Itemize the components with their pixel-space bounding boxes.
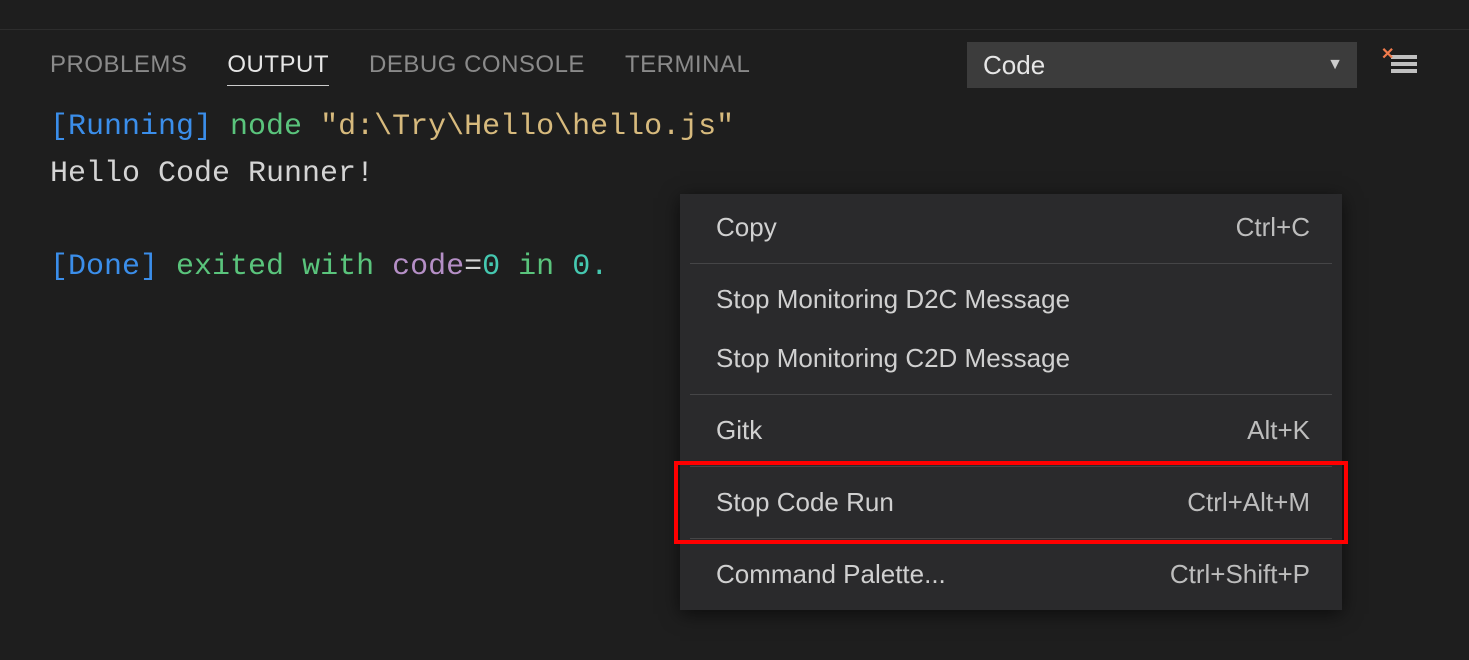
context-menu-separator — [690, 466, 1332, 467]
output-tag-running: [Running] — [50, 110, 212, 144]
context-menu-item-stop-code-run[interactable]: Stop Code Run Ctrl+Alt+M — [680, 473, 1342, 532]
context-menu-item-shortcut: Ctrl+Alt+M — [1187, 487, 1310, 518]
output-tag-done: [Done] — [50, 250, 158, 284]
output-done-in: in — [518, 250, 554, 284]
panel-right-controls: Code ▼ ✕ — [967, 42, 1419, 88]
panel-tabs-header: PROBLEMS OUTPUT DEBUG CONSOLE TERMINAL C… — [0, 40, 1469, 90]
tab-terminal[interactable]: TERMINAL — [625, 45, 750, 85]
output-done-code-key: code — [392, 250, 464, 284]
context-menu-item-gitk[interactable]: Gitk Alt+K — [680, 401, 1342, 460]
context-menu-separator — [690, 263, 1332, 264]
context-menu-item-label: Stop Monitoring C2D Message — [716, 343, 1070, 374]
context-menu-item-label: Stop Code Run — [716, 487, 894, 518]
bottom-panel: PROBLEMS OUTPUT DEBUG CONSOLE TERMINAL C… — [0, 30, 1469, 304]
output-cmd-node: node — [230, 110, 302, 144]
clear-output-button[interactable]: ✕ — [1385, 48, 1419, 82]
output-done-code-val: 0 — [482, 250, 500, 284]
context-menu-item-copy[interactable]: Copy Ctrl+C — [680, 198, 1342, 257]
context-menu: Copy Ctrl+C Stop Monitoring D2C Message Sto… — [680, 194, 1342, 610]
tab-problems[interactable]: PROBLEMS — [50, 45, 187, 85]
context-menu-item-shortcut: Ctrl+Shift+P — [1170, 559, 1310, 590]
output-done-eq: = — [464, 250, 482, 284]
context-menu-item-stop-monitoring-d2c-message[interactable]: Stop Monitoring D2C Message — [680, 270, 1342, 329]
tab-debug-console[interactable]: DEBUG CONSOLE — [369, 45, 585, 85]
context-menu-item-stop-monitoring-c2d-message[interactable]: Stop Monitoring C2D Message — [680, 329, 1342, 388]
window-top-strip — [0, 0, 1469, 30]
output-line-hello: Hello Code Runner! — [50, 157, 374, 191]
output-done-time: 0. — [572, 250, 608, 284]
context-menu-item-shortcut: Ctrl+C — [1236, 212, 1310, 243]
tab-output[interactable]: OUTPUT — [227, 45, 329, 86]
output-channel-value: Code — [983, 50, 1045, 81]
output-done-text1: exited with — [176, 250, 374, 284]
chevron-down-icon: ▼ — [1327, 56, 1343, 74]
context-menu-separator — [690, 394, 1332, 395]
context-menu-item-command-palette[interactable]: Command Palette... Ctrl+Shift+P — [680, 545, 1342, 604]
context-menu-item-label: Gitk — [716, 415, 762, 446]
output-cmd-path: "d:\Try\Hello\hello.js" — [320, 110, 734, 144]
context-menu-item-label: Command Palette... — [716, 559, 946, 590]
context-menu-item-shortcut: Alt+K — [1247, 415, 1310, 446]
output-channel-select[interactable]: Code ▼ — [967, 42, 1357, 88]
context-menu-item-label: Stop Monitoring D2C Message — [716, 284, 1070, 315]
context-menu-separator — [690, 538, 1332, 539]
context-menu-item-label: Copy — [716, 212, 777, 243]
